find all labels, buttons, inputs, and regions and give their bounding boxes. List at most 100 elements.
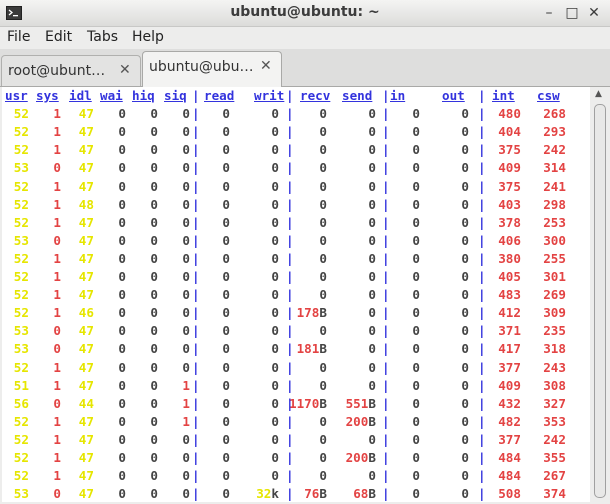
cell-recv: 0 [319,287,327,303]
cell-idl: 47 [78,160,94,176]
column-separator: | [382,196,390,212]
cell-sys: 0 [53,395,61,411]
cell-sys: 1 [53,178,61,194]
maximize-button[interactable]: □ [563,4,581,22]
cell-siq: 0 [182,287,190,303]
cell-unit: B [368,486,376,502]
cell-recv: 178 [296,305,320,321]
menu-file[interactable]: File [7,29,30,45]
column-separator: | [478,88,486,103]
cell-in: 0 [412,269,420,284]
cell-read: 0 [222,395,230,411]
close-icon[interactable]: ✕ [260,58,272,74]
cell-int: 404 [498,124,521,140]
cell-wai: 0 [118,323,126,339]
cell-idl: 47 [78,413,94,429]
cell-recv: 0 [319,214,327,230]
terminal-output[interactable]: usr sys idl wai hiq siq read writ recv send in out i… [2,87,590,502]
cell-siq: 0 [182,178,190,194]
cell-wai: 0 [118,178,126,194]
terminal-row: 53 0 47 0 0 0 0 0 181 B 0 0 0 417 318 | | | | [2,340,590,358]
cell-idl: 47 [78,106,94,122]
cell-sys: 1 [53,359,61,375]
cell-sys: 0 [53,323,61,339]
cell-send: 0 [368,341,376,357]
cell-siq: 0 [182,269,190,284]
cell-usr: 52 [13,431,29,447]
column-separator: | [478,269,486,284]
cell-siq: 0 [182,232,190,248]
cell-int: 417 [498,341,521,357]
close-icon[interactable]: ✕ [119,62,131,78]
cell-csw: 327 [543,395,566,411]
cell-wai: 0 [118,359,126,375]
menu-help[interactable]: Help [132,29,164,45]
cell-out: 0 [461,450,469,465]
cell-send: 0 [368,359,376,375]
cell-usr: 53 [13,323,29,339]
terminal-row: 52 1 47 0 0 1 0 0 0 200 B 0 0 482 353 | | | | [2,413,590,431]
column-separator: | [478,395,486,411]
cell-int: 406 [498,232,521,248]
cell-int: 405 [498,269,521,284]
cell-recv: 0 [319,413,327,429]
cell-hiq: 0 [150,232,158,248]
cell-read: 0 [222,269,230,284]
column-separator: | [478,160,486,176]
cell-read: 0 [222,305,230,321]
cell-csw: 353 [543,413,566,429]
column-separator: | [382,486,390,502]
scrollbar-thumb[interactable] [594,104,606,498]
column-separator: | [382,305,390,321]
cell-csw: 243 [543,359,566,375]
cell-csw: 309 [543,305,566,321]
cell-usr: 52 [13,413,29,429]
cell-recv: 0 [319,160,327,176]
cell-wai: 0 [118,395,126,411]
cell-writ: 0 [271,305,279,321]
column-separator: | [286,377,294,393]
column-separator: | [192,413,200,429]
tab-root[interactable]: root@ubunt… ✕ [1,55,141,86]
cell-idl: 46 [78,305,94,321]
window-title: ubuntu@ubuntu: ~ [230,4,380,20]
scroll-up-icon[interactable]: ▲ [595,89,602,99]
cell-send: 200 [345,413,369,429]
cell-recv: 0 [319,196,327,212]
cell-hiq: 0 [150,377,158,393]
cell-out: 0 [461,142,469,158]
cell-int: 432 [498,395,521,411]
cell-hiq: 0 [150,486,158,502]
cell-usr: 52 [13,359,29,375]
column-separator: | [478,214,486,230]
cell-out: 0 [461,395,469,411]
menu-tabs[interactable]: Tabs [87,29,118,45]
menu-edit[interactable]: Edit [45,29,72,45]
terminal-row: 52 1 47 0 0 0 0 0 0 0 0 0 405 301 | | | | [2,268,590,286]
cell-wai: 0 [118,106,126,122]
column-separator: | [382,160,390,176]
terminal-row: 53 0 47 0 0 0 0 0 0 0 0 0 409 314 | | | | [2,159,590,177]
cell-recv: 0 [319,124,327,140]
tab-ubuntu[interactable]: ubuntu@ubu… ✕ [142,51,282,87]
cell-in: 0 [412,106,420,122]
column-separator: | [286,287,294,303]
column-header-int: int [492,88,515,103]
cell-unit: B [368,413,376,429]
cell-csw: 374 [543,486,566,502]
cell-in: 0 [412,287,420,303]
column-header-read: read [204,88,235,103]
cell-in: 0 [412,160,420,176]
column-separator: | [478,232,486,248]
tab-bar: root@ubunt… ✕ ubuntu@ubu… ✕ [0,49,610,87]
cell-wai: 0 [118,341,126,357]
close-button[interactable]: ✕ [585,4,603,22]
cell-usr: 52 [13,106,29,122]
cell-send: 0 [368,160,376,176]
cell-idl: 47 [78,359,94,375]
cell-usr: 52 [13,250,29,266]
minimize-button[interactable]: – [540,4,558,22]
column-separator: | [286,250,294,266]
cell-siq: 0 [182,250,190,266]
cell-wai: 0 [118,250,126,266]
